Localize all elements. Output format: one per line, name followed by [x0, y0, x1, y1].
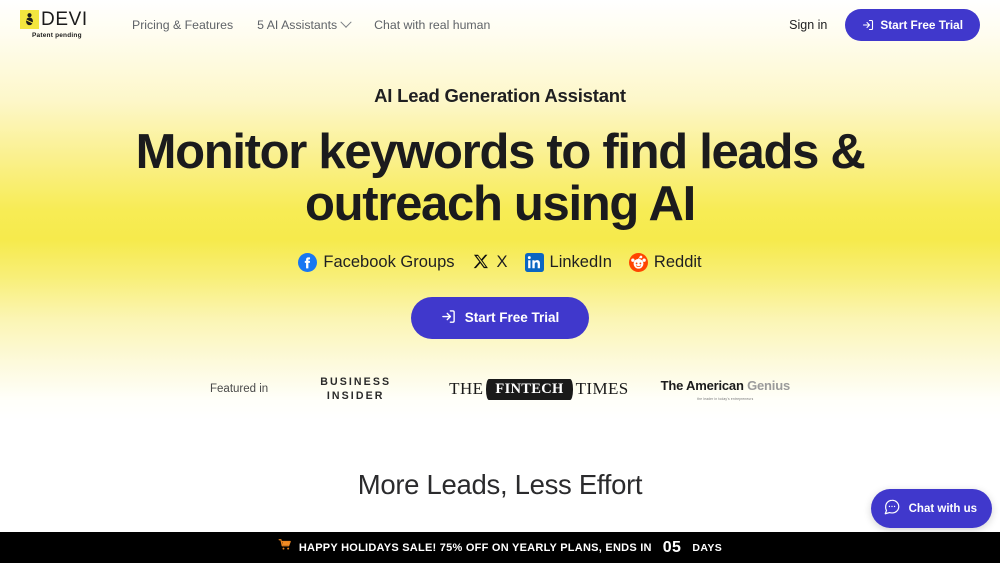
facebook-icon	[298, 252, 318, 272]
press-logo-fintech-times: THE FINTECH TIMES	[449, 378, 629, 400]
fintech-badge: FINTECH	[486, 378, 573, 400]
site-header: DEVI Patent pending Pricing & Features 5…	[0, 0, 1000, 49]
featured-in-strip: Featured in BUSINESS INSIDER THE FINTECH…	[0, 375, 1000, 404]
press-logo-business-insider: BUSINESS INSIDER	[320, 375, 391, 404]
chat-with-us-button[interactable]: Chat with us	[870, 489, 992, 528]
promo-countdown-value: 05	[662, 538, 682, 556]
brand-logo[interactable]: DEVI Patent pending	[20, 10, 102, 39]
platform-facebook-groups: Facebook Groups	[298, 252, 455, 272]
primary-navigation: Pricing & Features 5 AI Assistants Chat …	[132, 16, 490, 32]
nav-label: Chat with real human	[374, 17, 491, 32]
ag-line-1: The American Genius	[660, 378, 791, 394]
nav-item-pricing-features[interactable]: Pricing & Features	[132, 18, 233, 32]
sign-in-link[interactable]: Sign in	[789, 18, 827, 32]
platform-linkedin: LinkedIn	[524, 252, 612, 272]
login-icon	[862, 19, 874, 31]
logo-row: DEVI	[20, 10, 88, 29]
platform-label: Facebook Groups	[323, 252, 455, 271]
header-actions: Sign in Start Free Trial	[789, 8, 980, 41]
press-logo-american-genius: The American Genius the leader in today'…	[660, 377, 791, 402]
login-icon	[441, 309, 456, 327]
bi-line-2: INSIDER	[326, 390, 385, 403]
more-leads-section: More Leads, Less Effort	[0, 420, 1000, 532]
platform-label: LinkedIn	[549, 252, 612, 271]
nav-label: 5 AI Assistants	[257, 17, 338, 32]
linkedin-icon	[524, 252, 544, 272]
fintech-prefix: THE	[449, 379, 484, 399]
platform-reddit: Reddit	[628, 252, 702, 272]
chat-widget-label: Chat with us	[908, 502, 977, 515]
featured-in-label: Featured in	[210, 383, 269, 396]
nav-item-ai-assistants[interactable]: 5 AI Assistants	[257, 16, 352, 32]
hero-start-free-trial-button[interactable]: Start Free Trial	[410, 296, 590, 339]
devi-logo-icon	[20, 10, 39, 29]
shopping-cart-icon	[278, 538, 292, 557]
platform-label: X	[496, 252, 508, 271]
reddit-icon	[628, 252, 648, 272]
hero-section: AI Lead Generation Assistant Monitor key…	[0, 49, 1000, 403]
american-genius-logo: The American Genius the leader in today'…	[660, 377, 791, 402]
hero-cta-label: Start Free Trial	[464, 310, 560, 326]
fintech-times-logo: THE FINTECH TIMES	[449, 378, 629, 400]
header-start-free-trial-button[interactable]: Start Free Trial	[845, 8, 980, 41]
fintech-suffix: TIMES	[575, 379, 629, 399]
ag-line-2: the leader in today's entrepreneurs	[697, 397, 754, 402]
promo-countdown-unit: DAYS	[692, 541, 723, 554]
promo-sale-banner[interactable]: HAPPY HOLIDAYS SALE! 75% OFF ON YEARLY P…	[0, 532, 1000, 563]
chat-bubble-icon	[883, 498, 901, 519]
header-cta-label: Start Free Trial	[880, 17, 963, 32]
supported-platforms-list: Facebook Groups X LinkedIn Reddit	[0, 252, 1000, 272]
ag-line-1a: The American	[660, 378, 744, 394]
section-heading: More Leads, Less Effort	[357, 469, 643, 500]
promo-sale-text: HAPPY HOLIDAYS SALE! 75% OFF ON YEARLY P…	[298, 541, 652, 554]
platform-label: Reddit	[653, 252, 702, 271]
platform-x: X	[472, 253, 508, 272]
page-root: DEVI Patent pending Pricing & Features 5…	[0, 0, 1000, 563]
business-insider-logo: BUSINESS INSIDER	[320, 375, 391, 404]
ag-line-1b: Genius	[747, 378, 790, 394]
nav-label: Pricing & Features	[132, 17, 234, 32]
logo-tagline: Patent pending	[32, 32, 82, 39]
x-icon	[472, 253, 491, 272]
hero-cta-container: Start Free Trial	[0, 296, 1000, 339]
chevron-down-icon	[340, 16, 352, 28]
bi-line-1: BUSINESS	[320, 375, 392, 388]
page-title: Monitor keywords to find leads & outreac…	[135, 125, 866, 231]
logo-wordmark: DEVI	[41, 9, 88, 30]
nav-item-chat-with-real-human[interactable]: Chat with real human	[374, 18, 490, 32]
hero-eyebrow: AI Lead Generation Assistant	[374, 85, 626, 106]
